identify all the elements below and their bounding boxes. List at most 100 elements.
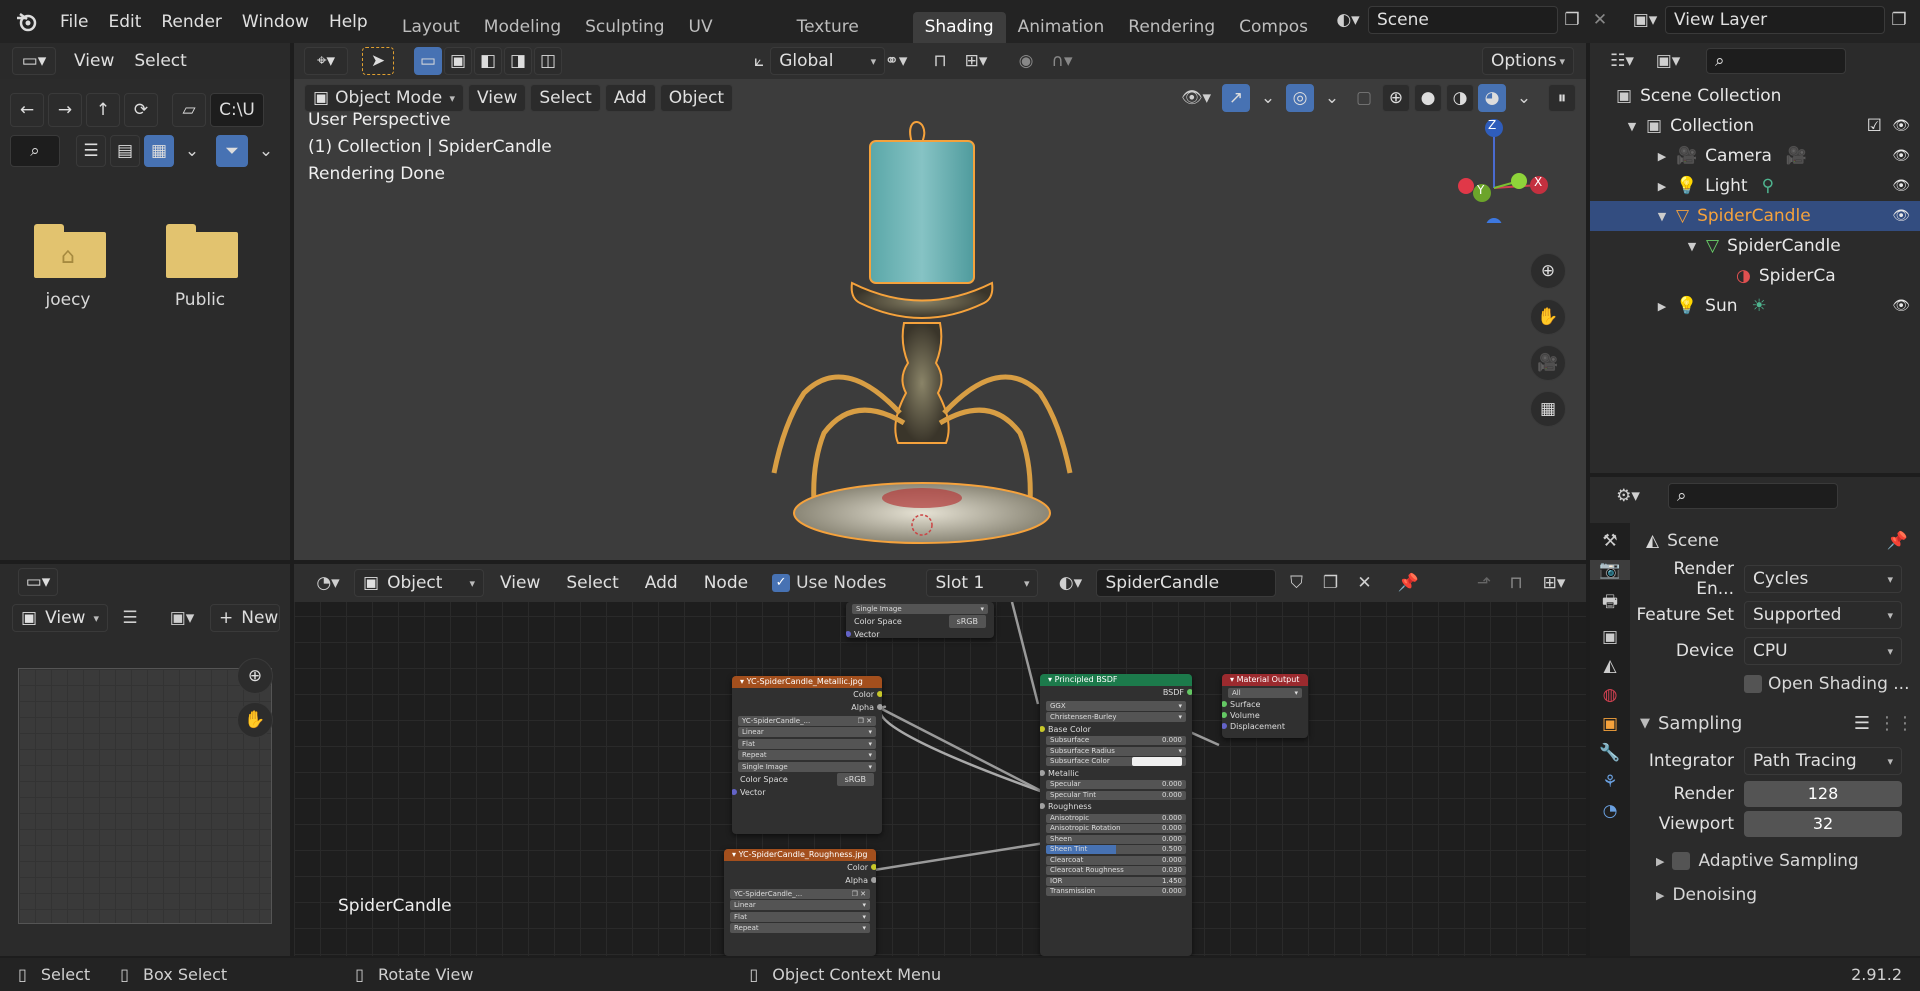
visibility-icon[interactable]: 👁▾ [1174,84,1218,112]
menu-help[interactable]: Help [319,12,378,32]
tab-layout[interactable]: Layout [390,12,472,43]
select-intersect-icon[interactable]: ◫ [534,47,562,75]
modifier-tab-icon[interactable]: 🔧 [1599,743,1620,763]
folder-public[interactable]: Public [160,218,240,310]
filter-options-icon[interactable]: ⌄ [252,137,280,165]
tool-tab-icon[interactable]: ⚒ [1602,531,1617,551]
tab-uv-editing[interactable]: UV Editing [677,12,785,43]
node-value-field[interactable]: Clearcoat Roughness 0.030 [1046,866,1186,875]
snap-icon[interactable]: ⊓ [926,47,954,75]
parent-dir-icon[interactable]: ↑ [86,93,120,127]
editor-type-icon[interactable]: ▭▾ [12,47,56,75]
view-layer-icon[interactable]: ▣▾ [1625,6,1665,34]
proportional-edit-icon[interactable]: ◉ [1012,47,1040,75]
parent-node-tree-icon[interactable]: ⬏ [1470,569,1498,597]
node-snap-target-icon[interactable]: ⊞▾ [1534,569,1574,597]
node-field[interactable]: Linear ▾ [730,900,870,910]
select-tool-icon[interactable]: ➤ [362,47,394,75]
feature-set-dropdown[interactable]: Supported ▾ [1744,601,1902,629]
open-shading-checkbox[interactable] [1744,675,1762,693]
node-menu-select[interactable]: Select [556,573,628,593]
gizmo-options-icon[interactable]: ⌄ [1254,84,1282,112]
node-subsurface-method-dropdown[interactable]: Christensen-Burley ▾ [1046,712,1186,722]
tab-texture-paint[interactable]: Texture Paint [785,12,913,43]
tab-modeling[interactable]: Modeling [472,12,573,43]
open-shading-language-row[interactable]: Open Shading ... [1744,669,1914,699]
new-image-button[interactable]: + New [210,604,280,632]
scene-tab-icon[interactable]: ◭ [1603,656,1616,676]
drag-handle-icon[interactable]: ⋮⋮ [1878,713,1914,734]
tab-rendering[interactable]: Rendering [1116,12,1227,43]
node-material-output[interactable]: ▾ Material Output All ▾ Surface Volume Di… [1222,674,1308,738]
render-tab-icon[interactable]: 📷 [1590,560,1630,580]
node-header[interactable]: ▾ Material Output [1222,674,1308,686]
blender-logo-icon[interactable] [12,8,40,36]
device-dropdown[interactable]: CPU ▾ [1744,637,1902,665]
output-tab-icon[interactable]: 🖶 [1602,589,1618,618]
file-menu-select[interactable]: Select [124,51,196,71]
folder-joecy[interactable]: ⌂ joecy [28,218,108,310]
falloff-icon[interactable]: ∩▾ [1048,47,1076,75]
search-icon[interactable]: ⌕ [10,135,60,167]
path-field[interactable]: C:\U [210,93,264,127]
rendered-shading-icon[interactable]: ◕ [1478,84,1506,112]
overlay-options-icon[interactable]: ⌄ [1318,84,1346,112]
use-nodes-toggle[interactable]: ✓ Use Nodes [772,573,886,593]
overlay-toggle-icon[interactable]: ◎ [1286,84,1314,112]
node-value-field[interactable]: Anisotropic Rotation 0.000 [1046,824,1186,833]
select-new-icon[interactable]: ▭ [414,47,442,75]
options-dropdown[interactable]: Options ▾ [1482,47,1574,75]
outliner-type-icon[interactable]: ☷▾ [1602,47,1642,75]
image-pan-icon[interactable]: ✋ [237,702,273,738]
outliner-search[interactable]: ⌕ [1706,48,1846,74]
menu-edit[interactable]: Edit [98,12,151,32]
material-shading-icon[interactable]: ◑ [1446,84,1474,112]
exclude-checkbox[interactable]: ☑ [1867,116,1882,136]
node-field[interactable]: Repeat ▾ [738,750,876,760]
delete-scene-icon[interactable]: ✕ [1586,6,1614,34]
select-extend-icon[interactable]: ▣ [444,47,472,75]
material-name-field[interactable]: SpiderCandle [1096,569,1277,597]
tool-settings-icon[interactable]: ⌖▾ [304,47,348,75]
shader-type-dropdown[interactable]: ▣ Object ▾ [354,569,484,597]
file-menu-view[interactable]: View [64,51,124,71]
viewport-samples-field[interactable]: 32 [1744,811,1902,837]
scene-icon[interactable]: ◐▾ [1328,6,1368,34]
back-arrow-icon[interactable]: ← [10,93,44,127]
outliner-item[interactable]: ▶ 🎥 Camera 🎥 👁 [1590,141,1920,171]
refresh-icon[interactable]: ⟳ [124,93,158,127]
node-metallic-texture[interactable]: ▾ YC-SpiderCandle_Metallic.jpg Color Alp… [732,676,882,834]
node-value-field[interactable]: Anisotropic 0.000 [1046,813,1186,823]
list-view-icon[interactable]: ☰ [76,135,106,167]
node-value-field[interactable]: Subsurface 0.000 [1046,736,1186,745]
filter-icon[interactable]: ⏷ [216,135,248,167]
perspective-toggle-icon[interactable]: ▦ [1530,391,1566,427]
particles-tab-icon[interactable]: ⚘ [1602,772,1617,792]
expand-triangle-icon[interactable]: ▶ [1652,300,1672,313]
node-field[interactable]: Repeat ▾ [730,923,870,933]
visibility-eye-icon[interactable]: 👁 [1892,298,1910,314]
node-value-field[interactable]: Specular 0.000 [1046,780,1186,789]
image-view-dropdown[interactable]: ▣ View ▾ [12,604,108,632]
spider-candle-model[interactable] [694,93,1154,560]
pin-icon[interactable]: 📌 [1394,569,1422,597]
node-field[interactable]: Single Image ▾ [852,603,988,614]
object-data-icon[interactable]: 🎥 [1786,146,1807,166]
visibility-eye-icon[interactable]: 👁 [1892,178,1910,194]
pan-hand-icon[interactable]: ✋ [1530,299,1566,335]
expand-triangle-icon[interactable]: ▶ [1652,150,1672,163]
thumbnail-view-icon[interactable]: ▦ [144,135,174,167]
hamburger-menu-icon[interactable]: ☰ [116,604,144,632]
orientation-dropdown[interactable]: Global ▾ [770,47,886,75]
node-value-field[interactable]: Transmission 0.000 [1046,887,1186,896]
object-data-icon[interactable]: ☀ [1752,296,1767,316]
node-target-dropdown[interactable]: All ▾ [1228,687,1302,698]
duplicate-material-icon[interactable]: ❐ [1316,569,1344,597]
tab-compositing[interactable]: Compos [1227,12,1320,43]
node-field[interactable]: Flat ▾ [730,911,870,922]
node-menu-add[interactable]: Add [635,573,688,593]
tab-shading[interactable]: Shading [912,12,1006,43]
fake-user-icon[interactable]: ⛉ [1282,569,1310,597]
denoising-subpanel[interactable]: ▶ Denoising [1634,879,1914,911]
tab-sculpting[interactable]: Sculpting [573,12,676,43]
